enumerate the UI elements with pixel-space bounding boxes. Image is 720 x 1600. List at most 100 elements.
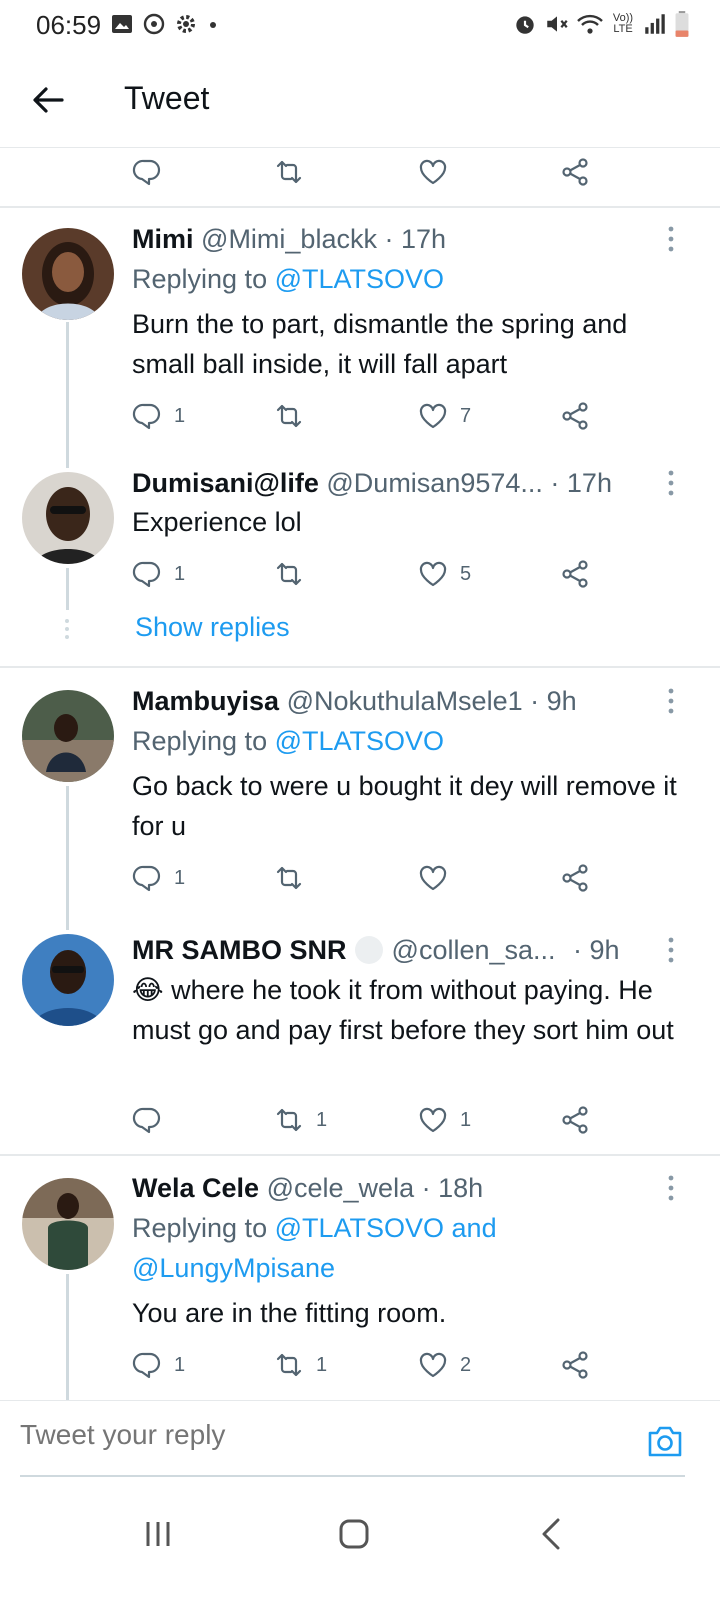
retweet-button[interactable]: 1 [274,1345,327,1385]
signal-icon [645,14,665,34]
tweet-header: Mimi @Mimi_blackk · 17h [132,224,446,255]
avatar[interactable] [22,228,114,320]
reply-button[interactable]: 1 [132,396,185,436]
like-count: 5 [460,562,472,585]
display-name[interactable]: Dumisani@life [132,468,319,498]
more-options-icon[interactable] [664,468,678,498]
tweet-actions: 1 [132,858,612,898]
replying-to: Replying to @TLATSOVO [132,726,445,756]
like-button[interactable] [418,152,448,192]
reply-button[interactable] [132,1100,174,1140]
more-options-icon[interactable] [664,686,678,716]
back-arrow-icon[interactable] [28,80,68,120]
reply-icon [132,157,162,187]
like-button[interactable]: 5 [418,554,471,594]
mention-link[interactable]: @TLATSOVO [275,264,444,294]
like-button[interactable]: 1 [418,1100,471,1140]
reply-icon [132,559,162,589]
reply-count: 1 [174,562,186,585]
divider [0,1154,720,1156]
more-options-icon[interactable] [664,224,678,254]
page-title: Tweet [124,80,210,116]
reply-button[interactable] [132,152,162,192]
tweet-text: Go back to were u bought it dey will rem… [132,771,677,841]
display-name[interactable]: Mimi [132,224,194,254]
avatar[interactable] [22,472,114,564]
user-handle[interactable]: @collen_sa... [392,935,556,965]
user-handle[interactable]: @cele_wela [267,1173,415,1203]
heart-icon [418,1350,448,1380]
share-button[interactable] [560,152,590,192]
share-button[interactable] [560,1345,590,1385]
settings-icon [177,15,195,33]
tweet-header: Dumisani@life @Dumisan9574... · 17h [132,468,612,499]
tweet-actions: 1 7 [132,396,612,436]
user-handle[interactable]: @Dumisan9574... [326,468,543,498]
display-name[interactable]: MR SAMBO SNR [132,935,347,965]
system-nav-bar [0,1488,720,1600]
more-options-icon[interactable] [664,1173,678,1203]
verified-badge-icon [355,936,384,964]
mention-link[interactable]: @TLATSOVO [275,726,444,756]
volte-icon: Vo)) LTE [612,12,634,35]
retweet-button[interactable] [274,396,316,436]
home-icon[interactable] [334,1514,374,1554]
heart-icon [418,1105,448,1135]
divider [0,206,720,208]
like-button[interactable]: 2 [418,1345,471,1385]
status-time: 06:59 [36,10,102,40]
retweet-icon [274,559,304,589]
retweet-button[interactable] [274,554,316,594]
retweet-count: 1 [316,1108,328,1131]
retweet-icon [274,1105,304,1135]
reply-icon [132,1350,162,1380]
system-back-icon[interactable] [532,1514,572,1554]
share-icon [560,559,590,589]
retweet-button[interactable] [274,858,316,898]
avatar[interactable] [22,934,114,1026]
main-tweet-actions [132,152,612,192]
mention-link[interactable]: @TLATSOVO and [275,1213,497,1243]
reply-icon [132,401,162,431]
retweet-icon [274,863,304,893]
thread-line [66,568,69,610]
tweet-time: · 18h [421,1173,484,1203]
replying-to: Replying to @TLATSOVO and [132,1213,497,1243]
mention-link[interactable]: @LungyMpisane [132,1253,335,1284]
reply-button[interactable]: 1 [132,858,185,898]
user-handle[interactable]: @NokuthulaMsele1 [287,686,523,716]
camera-icon[interactable] [646,1423,684,1459]
share-button[interactable] [560,858,590,898]
tweet-actions: 1 5 [132,554,612,594]
display-name[interactable]: Wela Cele [132,1173,259,1203]
avatar[interactable] [22,1178,114,1270]
share-button[interactable] [560,396,590,436]
reply-button[interactable]: 1 [132,554,185,594]
reply-input[interactable] [20,1419,520,1451]
tweet-time: · 17h [384,224,447,254]
reply-composer [0,1400,720,1477]
reply-button[interactable]: 1 [132,1345,185,1385]
share-button[interactable] [560,554,590,594]
like-button[interactable] [418,858,460,898]
tweet-header: Wela Cele @cele_wela · 18h [132,1173,483,1204]
divider [0,666,720,668]
recent-apps-icon[interactable] [138,1514,178,1554]
retweet-button[interactable] [274,152,304,192]
sync-icon [143,13,165,35]
reply-count: 1 [174,1353,186,1376]
avatar[interactable] [22,690,114,782]
share-icon [560,157,590,187]
like-button[interactable]: 7 [418,396,471,436]
more-options-icon[interactable] [664,935,678,965]
show-replies-link[interactable]: Show replies [135,612,290,643]
share-button[interactable] [560,1100,590,1140]
mute-icon [547,16,568,32]
tweet-time: · 9h [530,686,577,716]
thread-line [66,786,69,930]
retweet-button[interactable]: 1 [274,1100,327,1140]
battery-icon [675,11,689,37]
display-name[interactable]: Mambuyisa [132,686,279,716]
retweet-icon [274,1350,304,1380]
user-handle[interactable]: @Mimi_blackk [201,224,377,254]
